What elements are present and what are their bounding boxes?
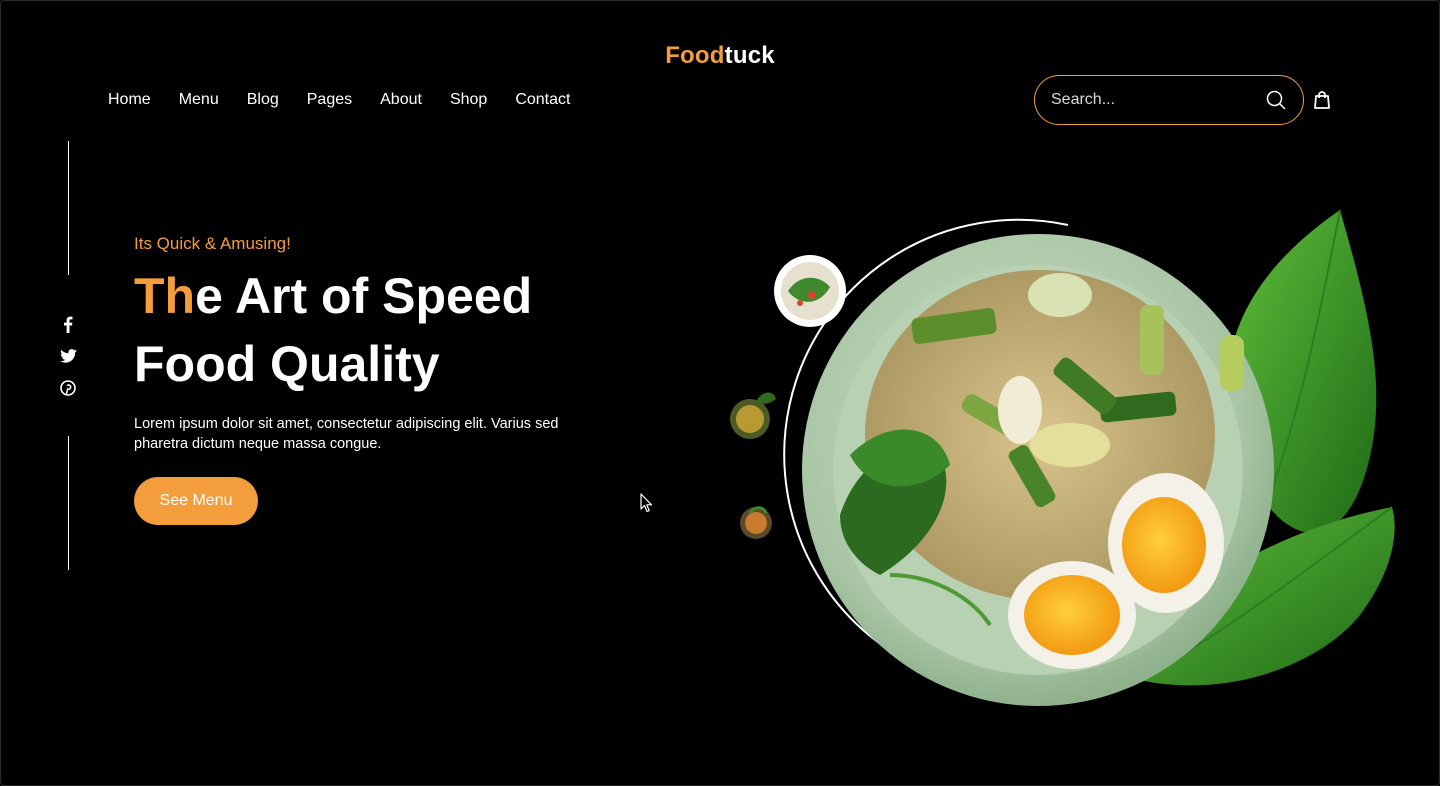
hero-headline: The Art of Speed Food Quality xyxy=(134,262,532,398)
search-icon[interactable] xyxy=(1265,89,1287,111)
see-menu-button[interactable]: See Menu xyxy=(134,477,258,525)
brand-logo[interactable]: Foodtuck xyxy=(0,42,1440,70)
hero-tagline: Its Quick & Amusing! xyxy=(134,234,291,253)
mouse-cursor-icon xyxy=(640,493,654,518)
shopping-bag-icon[interactable] xyxy=(1312,90,1332,110)
hero-description: Lorem ipsum dolor sit amet, consectetur … xyxy=(134,416,559,452)
nav-item-contact[interactable]: Contact xyxy=(515,90,570,110)
search-box xyxy=(1034,75,1304,125)
headline-line1-rest: e Art of Speed xyxy=(195,268,533,324)
nav-item-menu[interactable]: Menu xyxy=(179,90,219,110)
main-nav: Home Menu Blog Pages About Shop Contact xyxy=(108,90,570,110)
logo-rest-text: tuck xyxy=(724,42,775,69)
logo-accent-text: Food xyxy=(665,42,725,69)
nav-item-home[interactable]: Home xyxy=(108,90,151,110)
hero-food-image xyxy=(700,195,1400,720)
side-divider-bottom xyxy=(68,436,69,570)
nav-item-about[interactable]: About xyxy=(380,90,422,110)
headline-line2: Food Quality xyxy=(134,336,440,392)
nav-item-pages[interactable]: Pages xyxy=(307,90,352,110)
search-input[interactable] xyxy=(1051,91,1265,109)
pinterest-icon[interactable] xyxy=(58,378,78,398)
facebook-icon[interactable] xyxy=(58,314,78,334)
nav-item-blog[interactable]: Blog xyxy=(247,90,279,110)
headline-highlight: Th xyxy=(134,268,196,324)
nav-item-shop[interactable]: Shop xyxy=(450,90,487,110)
side-divider-top xyxy=(68,141,69,275)
twitter-icon[interactable] xyxy=(58,346,78,366)
